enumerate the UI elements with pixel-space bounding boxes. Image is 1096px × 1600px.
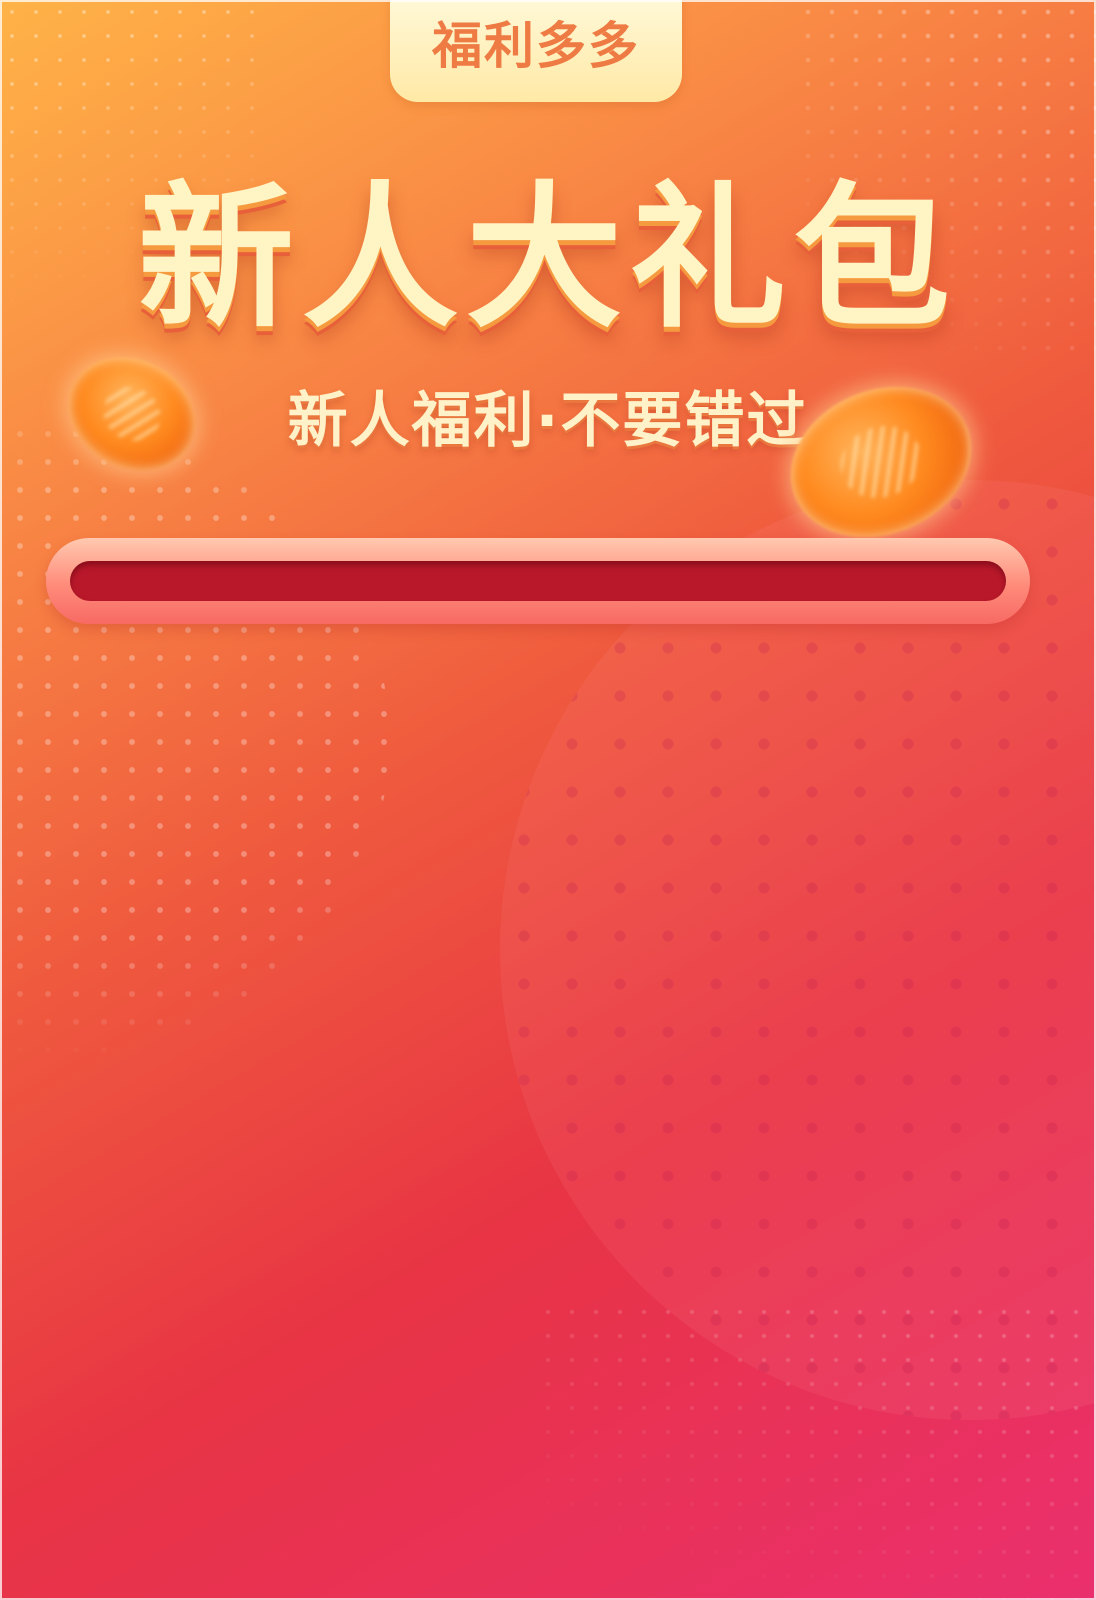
input-bar-slot[interactable] [70,561,1006,601]
page-title: 新人大礼包 [138,167,958,349]
badge-tab: 福利多多 [390,0,682,102]
input-bar-frame[interactable] [46,538,1030,624]
dot-pattern-left [0,420,390,1060]
badge-text: 福利多多 [432,17,640,75]
promo-poster: 福利多多 新人大礼包 新人福利·不要错过 [0,0,1096,1600]
dot-pattern-bottom-right [536,1300,1096,1600]
